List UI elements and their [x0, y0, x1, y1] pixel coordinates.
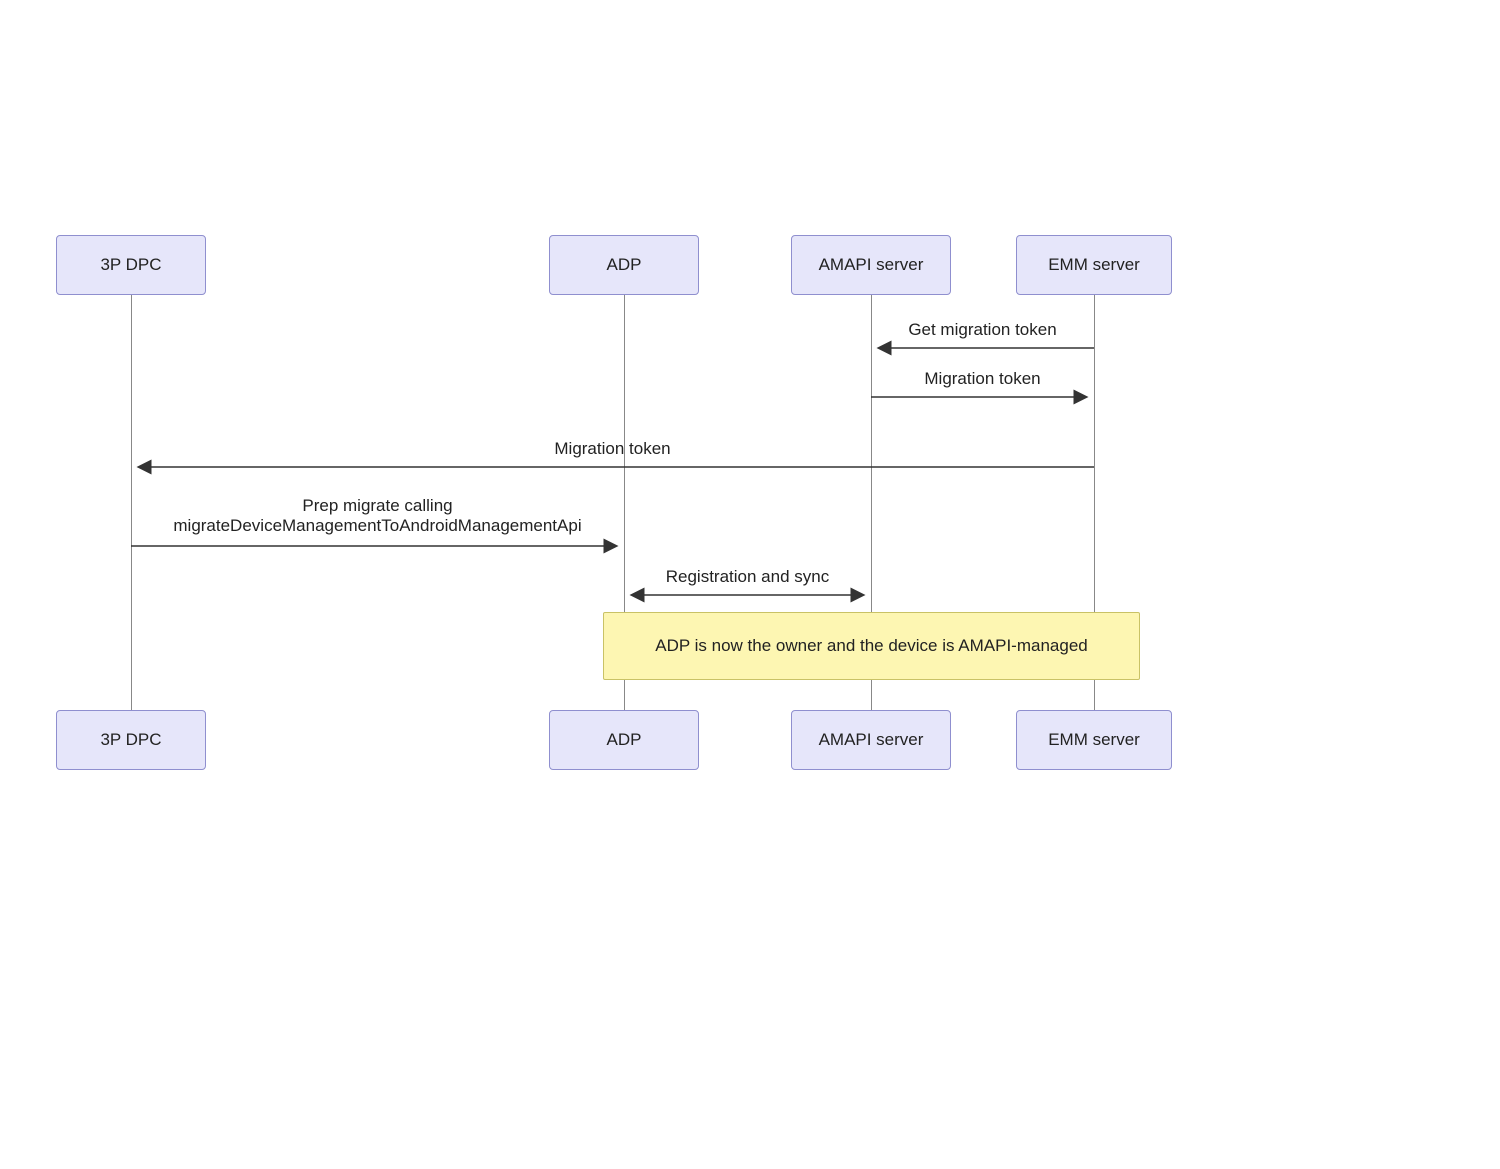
msg-get-migration-token: Get migration token	[871, 320, 1094, 340]
note-adp-owner: ADP is now the owner and the device is A…	[603, 612, 1140, 680]
actor-3p-dpc-bottom: 3P DPC	[56, 710, 206, 770]
actor-amapi-bottom: AMAPI server	[791, 710, 951, 770]
msg-migration-token-to-dpc: Migration token	[131, 439, 1094, 459]
actor-emm-bottom: EMM server	[1016, 710, 1172, 770]
actor-label: EMM server	[1048, 730, 1140, 750]
actor-label: ADP	[607, 255, 642, 275]
actor-3p-dpc-top: 3P DPC	[56, 235, 206, 295]
actor-label: EMM server	[1048, 255, 1140, 275]
actor-label: 3P DPC	[100, 730, 161, 750]
msg-registration-sync: Registration and sync	[624, 567, 871, 587]
actor-adp-bottom: ADP	[549, 710, 699, 770]
sequence-diagram: 3P DPC ADP AMAPI server EMM server 3P DP…	[0, 0, 1500, 1169]
actor-amapi-top: AMAPI server	[791, 235, 951, 295]
actor-label: ADP	[607, 730, 642, 750]
actor-emm-top: EMM server	[1016, 235, 1172, 295]
actor-label: AMAPI server	[819, 730, 924, 750]
actor-adp-top: ADP	[549, 235, 699, 295]
note-text: ADP is now the owner and the device is A…	[655, 635, 1087, 658]
msg-migration-token-return: Migration token	[871, 369, 1094, 389]
actor-label: 3P DPC	[100, 255, 161, 275]
actor-label: AMAPI server	[819, 255, 924, 275]
msg-prep-migrate: Prep migrate calling migrateDeviceManage…	[131, 496, 624, 536]
